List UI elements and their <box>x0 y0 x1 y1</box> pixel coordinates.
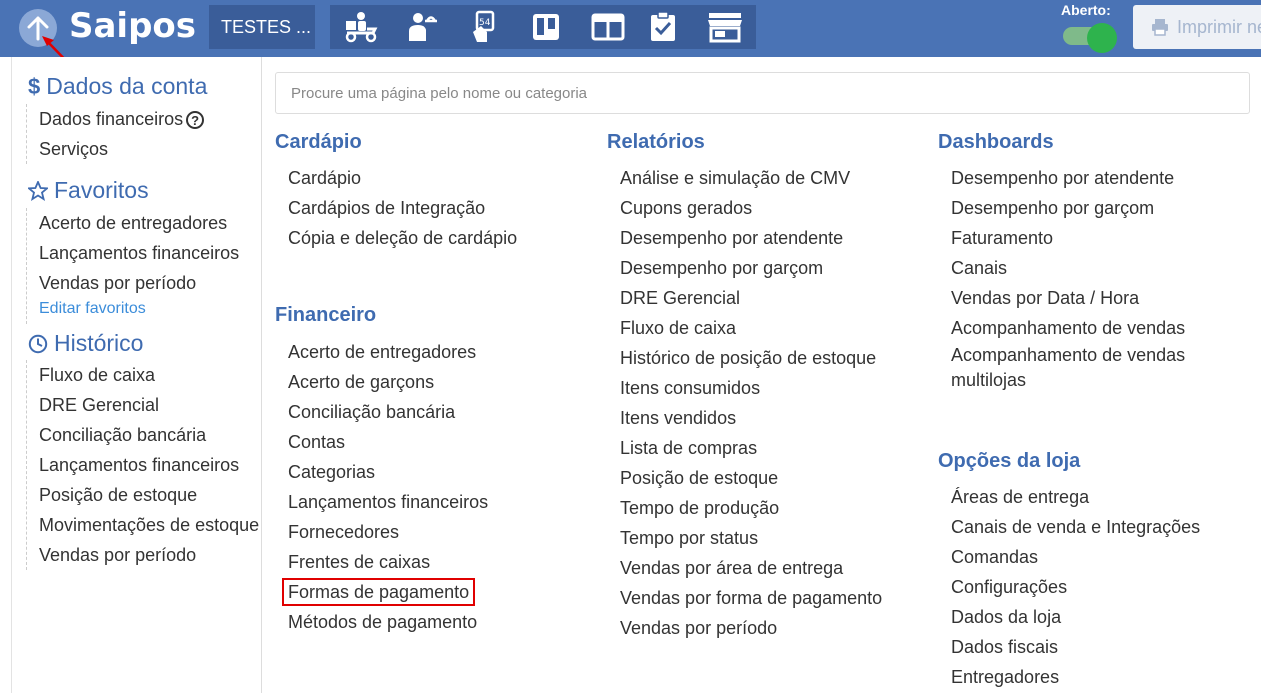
store-front-button[interactable] <box>694 5 756 49</box>
menu-link[interactable]: Comandas <box>938 542 1200 572</box>
printer-icon <box>1152 19 1168 36</box>
menu-link[interactable]: Acompanhamento de vendas <box>938 313 1188 343</box>
waiter-icon <box>409 13 437 41</box>
menu-link[interactable]: Vendas por período <box>607 613 882 643</box>
menu-link[interactable]: Histórico de posição de estoque <box>607 343 882 373</box>
panel-icon <box>591 13 625 41</box>
table-tag-button[interactable]: 54 <box>453 5 515 49</box>
dollar-icon: $ <box>28 73 41 99</box>
menu-link[interactable]: Faturamento <box>938 223 1188 253</box>
panel-button[interactable] <box>577 5 639 49</box>
menu-link[interactable]: Lista de compras <box>607 433 882 463</box>
checklist-button[interactable] <box>632 5 694 49</box>
sidebar-item-history[interactable]: Movimentações de estoque <box>27 510 259 540</box>
menu-link[interactable]: Desempenho por garçom <box>938 193 1188 223</box>
table-tag-icon: 54 <box>473 10 495 42</box>
sidebar-item-history[interactable]: DRE Gerencial <box>27 390 259 420</box>
edit-favorites-link[interactable]: Editar favoritos <box>39 300 146 318</box>
arrow-up-icon <box>27 16 49 41</box>
checklist-icon <box>651 11 675 41</box>
delivery-button[interactable] <box>330 5 392 49</box>
menu-link[interactable]: Categorias <box>275 457 488 487</box>
favorites-section-title: Favoritos <box>28 177 149 204</box>
menu-link[interactable]: Vendas por forma de pagamento <box>607 583 882 613</box>
store-status-label: Aberto: <box>1061 2 1111 18</box>
menu-link[interactable]: Análise e simulação de CMV <box>607 163 882 193</box>
category-title-opcoes-loja: Opções da loja <box>938 450 1081 472</box>
menu-link[interactable]: Tempo de produção <box>607 493 882 523</box>
menu-link[interactable]: Posição de estoque <box>607 463 882 493</box>
store-open-toggle[interactable] <box>1061 23 1117 53</box>
menu-link[interactable]: Canais <box>938 253 1188 283</box>
menu-link[interactable]: Entregadores <box>938 662 1200 692</box>
menu-link[interactable]: Fluxo de caixa <box>607 313 882 343</box>
menu-link[interactable]: Áreas de entrega <box>938 482 1200 512</box>
menu-link[interactable]: Dados da loja <box>938 602 1200 632</box>
sidebar-item-history[interactable]: Lançamentos financeiros <box>27 450 259 480</box>
category-title-financeiro: Financeiro <box>275 304 377 326</box>
saipos-logo: Saipos <box>69 6 197 46</box>
category-title-relatorios: Relatórios <box>607 131 705 153</box>
category-title-cardapio: Cardápio <box>275 131 362 153</box>
menu-link[interactable]: Frentes de caixas <box>275 547 488 577</box>
sidebar-item-history[interactable]: Conciliação bancária <box>27 420 259 450</box>
menu-link[interactable]: Acerto de entregadores <box>275 337 488 367</box>
sidebar-item-servicos[interactable]: Serviços <box>27 134 204 164</box>
sidebar-item-dados-financeiros[interactable]: Dados financeiros? <box>27 104 205 134</box>
menu-link[interactable]: Desempenho por atendente <box>938 163 1188 193</box>
kanban-button[interactable] <box>515 5 577 49</box>
menu-link[interactable]: Cópia e deleção de cardápio <box>275 223 517 253</box>
page-search-input[interactable] <box>275 72 1250 114</box>
menu-link[interactable]: Itens vendidos <box>607 403 882 433</box>
sidebar-item-history[interactable]: Vendas por período <box>27 540 259 570</box>
category-title-dashboards: Dashboards <box>938 131 1054 153</box>
menu-link[interactable]: Cupons gerados <box>607 193 882 223</box>
menu-link[interactable]: Desempenho por atendente <box>607 223 882 253</box>
menu-link[interactable]: Canais de venda e Integrações <box>938 512 1200 542</box>
print-button-label: Imprimir ne <box>1177 16 1261 37</box>
menu-link[interactable]: Tempo por status <box>607 523 882 553</box>
waiter-button[interactable] <box>391 5 453 49</box>
menu-link[interactable]: Formas de pagamento <box>275 577 488 607</box>
clock-icon <box>28 334 48 353</box>
sidebar-item-favorite[interactable]: Acerto de entregadores <box>27 208 239 238</box>
menu-link[interactable]: Vendas por Data / Hora <box>938 283 1188 313</box>
help-icon[interactable]: ? <box>186 111 205 130</box>
menu-link[interactable]: Fornecedores <box>275 517 488 547</box>
sidebar-item-favorite[interactable]: Lançamentos financeiros <box>27 238 239 268</box>
sidebar: $ Dados da conta Dados financeiros? Serv… <box>0 57 262 693</box>
menu-link[interactable]: Acerto de garçons <box>275 367 488 397</box>
sidebar-item-history[interactable]: Posição de estoque <box>27 480 259 510</box>
menu-link[interactable]: DRE Gerencial <box>607 283 882 313</box>
print-button[interactable]: Imprimir ne <box>1133 5 1261 49</box>
highlighted-menu-link[interactable]: Formas de pagamento <box>282 578 476 606</box>
sidebar-item-favorite[interactable]: Vendas por período <box>27 268 239 298</box>
menu-link[interactable]: Vendas por área de entrega <box>607 553 882 583</box>
sidebar-item-history[interactable]: Fluxo de caixa <box>27 360 259 390</box>
menu-link[interactable]: Itens consumidos <box>607 373 882 403</box>
menu-link[interactable]: Lançamentos financeiros <box>275 487 488 517</box>
menu-link[interactable]: Dados fiscais <box>938 632 1200 662</box>
delivery-icon <box>345 12 378 43</box>
history-section-title: Histórico <box>28 330 143 357</box>
menu-link[interactable]: Cardápios de Integração <box>275 193 517 223</box>
menu-link[interactable]: Cardápio <box>275 163 517 193</box>
star-icon <box>28 180 48 201</box>
menu-link[interactable]: Acompanhamento de vendas multilojas <box>938 343 1188 393</box>
account-section-title: $ Dados da conta <box>28 73 208 99</box>
menu-link[interactable]: Desempenho por garçom <box>607 253 882 283</box>
store-selector-button[interactable]: TESTES ... <box>209 5 315 49</box>
menu-link[interactable]: Configurações <box>938 572 1200 602</box>
menu-link[interactable]: Contas <box>275 427 488 457</box>
top-navigation-bar: Saipos TESTES ... 54 Aberto: Imprimir ne <box>0 0 1261 57</box>
collapse-menu-button[interactable] <box>19 9 57 47</box>
menu-link[interactable]: Métodos de pagamento <box>275 607 488 637</box>
kanban-icon <box>533 14 559 40</box>
store-icon <box>708 13 742 43</box>
menu-link[interactable]: Conciliação bancária <box>275 397 488 427</box>
